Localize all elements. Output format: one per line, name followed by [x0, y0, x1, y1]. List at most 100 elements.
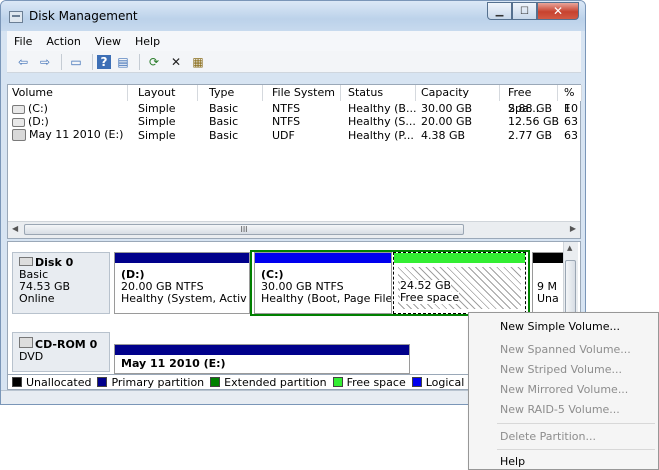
free-space-partition[interactable]: 24.52 GB Free space: [393, 252, 526, 314]
menu-help[interactable]: Help: [500, 455, 525, 468]
cell-percent-free: 63: [564, 129, 578, 142]
window-title: Disk Management: [29, 9, 138, 23]
cell-file-system: UDF: [272, 129, 295, 142]
legend-extended: Extended partition: [224, 375, 327, 389]
cell-volume: (C:): [28, 102, 48, 115]
cell-capacity: 4.38 GB: [421, 129, 466, 142]
menu-separator: [497, 423, 655, 424]
legend-swatch-primary: [97, 377, 108, 387]
cell-type: Basic: [209, 102, 239, 115]
menu-action[interactable]: Action: [39, 35, 87, 48]
partition-status: Una: [537, 292, 559, 305]
context-menu: New Simple Volume... New Spanned Volume.…: [468, 312, 659, 470]
drive-icon: [12, 117, 25, 127]
toolbar: ⇦ ⇨ ▭ ? ▤ ⟳ ✕ ▦: [7, 51, 581, 73]
col-percent-free[interactable]: % F: [560, 85, 582, 115]
scroll-left-icon[interactable]: ◀: [12, 224, 18, 233]
dvd-drive-icon: [12, 129, 26, 141]
cell-status: Healthy (B...: [348, 102, 417, 115]
menu-help[interactable]: Help: [128, 35, 167, 48]
partition-size: 20.00 GB NTFS: [121, 280, 204, 293]
menu-new-mirrored-volume[interactable]: New Mirrored Volume...: [500, 383, 628, 396]
menu-new-spanned-volume[interactable]: New Spanned Volume...: [500, 343, 631, 356]
minimize-icon: ▁: [495, 5, 504, 17]
disk-icon: [19, 257, 33, 266]
partition-c[interactable]: (C:) 30.00 GB NTFS Healthy (Boot, Page F…: [254, 252, 392, 314]
cell-percent-free: 10: [564, 102, 578, 115]
cell-volume: May 11 2010 (E:): [29, 128, 124, 141]
scroll-up-icon[interactable]: ▲: [567, 244, 572, 252]
scroll-right-icon[interactable]: ▶: [570, 224, 576, 233]
menu-new-raid5-volume[interactable]: New RAID-5 Volume...: [500, 403, 620, 416]
legend-swatch-extended: [210, 377, 221, 387]
partition-d[interactable]: (D:) 20.00 GB NTFS Healthy (System, Acti…: [114, 252, 250, 314]
scrollbar-thumb[interactable]: III: [24, 224, 464, 235]
menu-view[interactable]: View: [88, 35, 128, 48]
menu-new-simple-volume[interactable]: New Simple Volume...: [500, 320, 620, 333]
partition-size: 30.00 GB NTFS: [261, 280, 344, 293]
menu-file[interactable]: File: [7, 35, 39, 48]
disk-state: Online: [19, 292, 55, 305]
properties-list-icon[interactable]: ▤: [113, 53, 133, 71]
disk-management-icon: [9, 11, 23, 23]
back-arrow-icon[interactable]: ⇦: [13, 53, 33, 71]
disk-name: CD-ROM 0: [35, 338, 98, 351]
legend-unallocated: Unallocated: [26, 375, 92, 389]
cd-rom-0-label[interactable]: CD-ROM 0 DVD: [12, 332, 110, 372]
partition-e[interactable]: May 11 2010 (E:): [114, 344, 410, 374]
menu-delete-partition[interactable]: Delete Partition...: [500, 430, 596, 443]
cell-type: Basic: [209, 129, 239, 142]
legend-swatch-free: [332, 377, 343, 387]
legend-swatch-logical: [411, 377, 422, 387]
cell-percent-free: 63: [564, 115, 578, 128]
close-button[interactable]: ✕: [537, 2, 579, 20]
drive-icon: [12, 104, 25, 114]
col-layout[interactable]: Layout: [134, 85, 198, 101]
cell-free-space: 2.77 GB: [508, 129, 553, 142]
refresh-icon[interactable]: ⟳: [144, 53, 164, 71]
menu-bar: File Action View Help: [7, 31, 581, 52]
legend-swatch-unallocated: [12, 377, 22, 387]
legend-primary: Primary partition: [111, 375, 205, 389]
col-capacity[interactable]: Capacity: [417, 85, 500, 101]
col-type[interactable]: Type: [205, 85, 263, 101]
horizontal-scrollbar[interactable]: ◀ III ▶: [8, 221, 580, 238]
partition-status: Healthy (System, Active, F: [121, 293, 247, 305]
cell-layout: Simple: [138, 115, 176, 128]
minimize-button[interactable]: ▁: [487, 2, 512, 20]
delete-icon[interactable]: ✕: [166, 53, 186, 71]
cell-free-space: 12.56 GB: [508, 115, 560, 128]
toolbar-separator: [61, 53, 62, 70]
cell-type: Basic: [209, 115, 239, 128]
cell-layout: Simple: [138, 129, 176, 142]
menu-new-striped-volume[interactable]: New Striped Volume...: [500, 363, 622, 376]
cell-capacity: 20.00 GB: [421, 115, 473, 128]
console-tree-icon[interactable]: ▭: [66, 53, 86, 71]
maximize-button[interactable]: ☐: [512, 2, 537, 20]
forward-arrow-icon[interactable]: ⇨: [35, 53, 55, 71]
partition-status: Healthy (Boot, Page File, C: [261, 293, 391, 305]
col-volume[interactable]: Volume: [8, 85, 128, 101]
cd-rom-icon: [19, 337, 33, 348]
properties-icon[interactable]: ▦: [188, 53, 208, 71]
menu-separator: [497, 449, 655, 450]
cell-layout: Simple: [138, 102, 176, 115]
toolbar-separator: [92, 53, 93, 70]
cell-free-space: 2.88 GB: [508, 102, 553, 115]
maximize-icon: ☐: [520, 5, 529, 17]
col-free-space[interactable]: Free Spa...: [504, 85, 558, 115]
cell-status: Healthy (S...: [348, 115, 416, 128]
help-icon[interactable]: ?: [97, 54, 111, 69]
cell-file-system: NTFS: [272, 102, 301, 115]
title-bar[interactable]: Disk Management ▁ ☐ ✕: [1, 1, 585, 31]
close-icon: ✕: [552, 4, 564, 18]
cell-status: Healthy (P...: [348, 129, 414, 142]
cell-volume: (D:): [28, 115, 49, 128]
col-status[interactable]: Status: [344, 85, 416, 101]
legend-free: Free space: [346, 375, 406, 389]
unallocated-partition[interactable]: 9 M Una: [532, 252, 564, 314]
col-file-system[interactable]: File System: [268, 85, 341, 101]
partition-status: Free space: [400, 291, 460, 304]
volume-list: Volume Layout Type File System Status Ca…: [7, 84, 582, 239]
disk-0-label[interactable]: Disk 0 Basic 74.53 GB Online: [12, 252, 110, 314]
